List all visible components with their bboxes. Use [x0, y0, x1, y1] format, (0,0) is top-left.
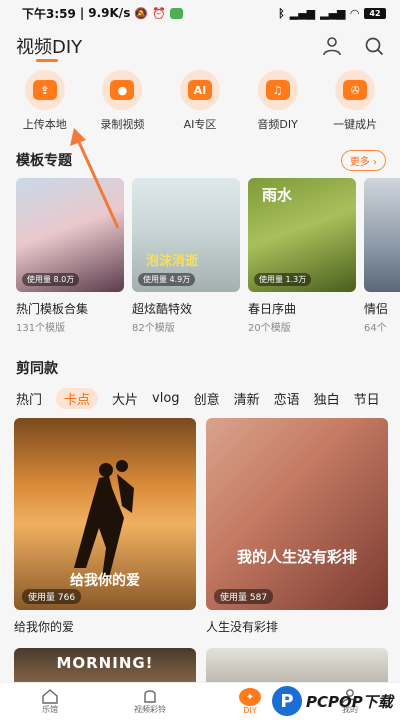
video-caption: 我的人生没有彩排: [236, 548, 357, 566]
video-title: 给我你的爱: [14, 620, 75, 634]
upload-icon: ⇪: [32, 80, 57, 100]
bluetooth-icon: ᛒ: [278, 6, 285, 20]
template-thumbnail: [364, 178, 400, 292]
tab-beat[interactable]: 卡点: [56, 388, 99, 409]
page-header: 视频DIY: [0, 26, 400, 66]
nav-home[interactable]: 乐馆: [15, 688, 85, 715]
wifi-icon: ◠: [350, 6, 359, 20]
tab-blockbuster[interactable]: 大片: [112, 389, 138, 408]
usage-badge: 使用量 8.0万: [22, 273, 80, 286]
signal-icon-2: ▂▄▆: [320, 6, 346, 20]
template-thumbnail: 泡沫消逝 使用量 4.9万: [132, 178, 240, 292]
tab-fresh[interactable]: 清新: [234, 389, 260, 408]
film-reel-icon: ✇: [343, 80, 368, 100]
network-speed: 9.9K/s: [88, 6, 131, 20]
usage-badge: 使用量 1.3万: [254, 273, 312, 286]
template-carousel: 使用量 8.0万 热门模板合集 131个模版 泡沫消逝 使用量 4.9万 超炫酷…: [16, 178, 400, 333]
template-count: 131个模版: [16, 323, 66, 333]
audio-diy-button[interactable]: ♫ 音频DIY: [240, 70, 316, 132]
status-time: 下午3:59: [22, 6, 76, 21]
more-button[interactable]: 更多 ›: [340, 149, 386, 171]
templates-title: 模板专题: [16, 153, 72, 169]
audio-diy-label: 音频DIY: [257, 118, 298, 131]
app-screen: 下午3:59 | 9.9K/s 🔕 ⏰ ᛒ ▂▄▆ ▂▄▆ ◠ 42 视频DIY: [0, 0, 400, 720]
video-thumbnail: 我的人生没有彩排 使用量 587: [206, 418, 388, 610]
signal-icon: ▂▄▆: [289, 6, 316, 20]
upload-local-label: 上传本地: [22, 118, 67, 131]
music-icon: ♫: [265, 80, 290, 100]
usage-badge: 使用量 4.9万: [138, 273, 196, 286]
one-click-video-button[interactable]: ✇ 一键成片: [317, 70, 393, 132]
tab-hot[interactable]: 热门: [16, 389, 42, 408]
upload-local-button[interactable]: ⇪ 上传本地: [7, 70, 83, 132]
tab-vlog[interactable]: vlog: [152, 391, 180, 406]
template-card[interactable]: 泡沫消逝 使用量 4.9万 超炫酷特效 82个模版: [132, 178, 240, 333]
wechat-icon: [169, 7, 183, 19]
diy-icon: ✦: [239, 688, 261, 706]
ringtone-icon: [144, 690, 156, 703]
nav-video-ringtone[interactable]: 视频彩铃: [115, 688, 185, 715]
template-card[interactable]: 使用量 8.0万 热门模板合集 131个模版: [16, 178, 124, 333]
search-icon[interactable]: [364, 36, 384, 56]
home-icon: [42, 689, 58, 704]
profile-icon[interactable]: [322, 36, 342, 56]
alarm-icon: ⏰: [152, 6, 166, 20]
chevron-right-icon: ›: [373, 156, 377, 168]
tab-festival[interactable]: 节日: [354, 389, 380, 408]
watermark-text: PCPOP下载: [306, 692, 393, 711]
page-title: 视频DIY: [16, 33, 82, 62]
nav-label: 乐馆: [42, 705, 58, 714]
template-card[interactable]: 情侣 64个: [364, 178, 400, 333]
template-count: 64个: [364, 323, 387, 333]
video-caption: 给我你的爱: [70, 573, 140, 589]
record-video-label: 录制视频: [100, 118, 145, 131]
usage-badge: 使用量 766: [22, 589, 82, 604]
nav-label: 视频彩铃: [134, 705, 166, 714]
template-name: 超炫酷特效: [132, 302, 193, 316]
ai-icon: AI: [187, 80, 212, 100]
thumbnail-caption: 雨水: [262, 186, 293, 204]
status-bar: 下午3:59 | 9.9K/s 🔕 ⏰ ᛒ ▂▄▆ ▂▄▆ ◠ 42: [0, 0, 400, 26]
template-thumbnail: 雨水 使用量 1.3万: [248, 178, 356, 292]
watermark: P PCPOP下载: [272, 682, 400, 720]
template-name: 春日序曲: [248, 302, 297, 316]
mute-icon: 🔕: [134, 6, 149, 20]
template-name: 热门模板合集: [16, 302, 89, 316]
ai-zone-button[interactable]: AI AI专区: [162, 70, 238, 132]
tab-love[interactable]: 恋语: [274, 389, 300, 408]
video-thumbnail: 给我你的爱 使用量 766: [14, 418, 196, 610]
thumbnail-caption: 泡沫消逝: [146, 254, 199, 269]
cut-same-grid: 给我你的爱 使用量 766 给我你的爱 我的人生没有彩排 使用量 587 人生没…: [14, 418, 388, 635]
one-click-video-label: 一键成片: [333, 118, 378, 131]
record-video-button[interactable]: ● 录制视频: [84, 70, 160, 132]
camera-icon: ●: [110, 80, 135, 100]
video-caption: MORNING!: [56, 654, 154, 672]
quick-actions: ⇪ 上传本地 ● 录制视频 AI AI专区 ♫ 音频DIY ✇ 一键成片: [0, 70, 400, 132]
tab-monologue[interactable]: 独白: [314, 389, 340, 408]
template-thumbnail: 使用量 8.0万: [16, 178, 124, 292]
usage-badge: 使用量 587: [214, 589, 274, 604]
template-name: 情侣: [364, 302, 389, 316]
template-count: 82个模版: [132, 323, 175, 333]
watermark-logo: P: [272, 686, 302, 716]
template-card[interactable]: 雨水 使用量 1.3万 春日序曲 20个模版: [248, 178, 356, 333]
tab-creative[interactable]: 创意: [194, 389, 220, 408]
video-title: 人生没有彩排: [206, 620, 279, 634]
nav-label: DIY: [243, 706, 257, 715]
video-card[interactable]: 给我你的爱 使用量 766 给我你的爱: [14, 418, 196, 635]
templates-header: 模板专题 更多 ›: [16, 148, 386, 172]
category-tabs: 热门 卡点 大片 vlog 创意 清新 恋语 独白 节日: [16, 388, 396, 409]
battery-icon: 42: [364, 7, 386, 19]
cut-same-title: 剪同款: [16, 361, 58, 377]
ai-zone-label: AI专区: [183, 118, 217, 131]
template-count: 20个模版: [248, 323, 291, 333]
video-card[interactable]: 我的人生没有彩排 使用量 587 人生没有彩排: [206, 418, 388, 635]
